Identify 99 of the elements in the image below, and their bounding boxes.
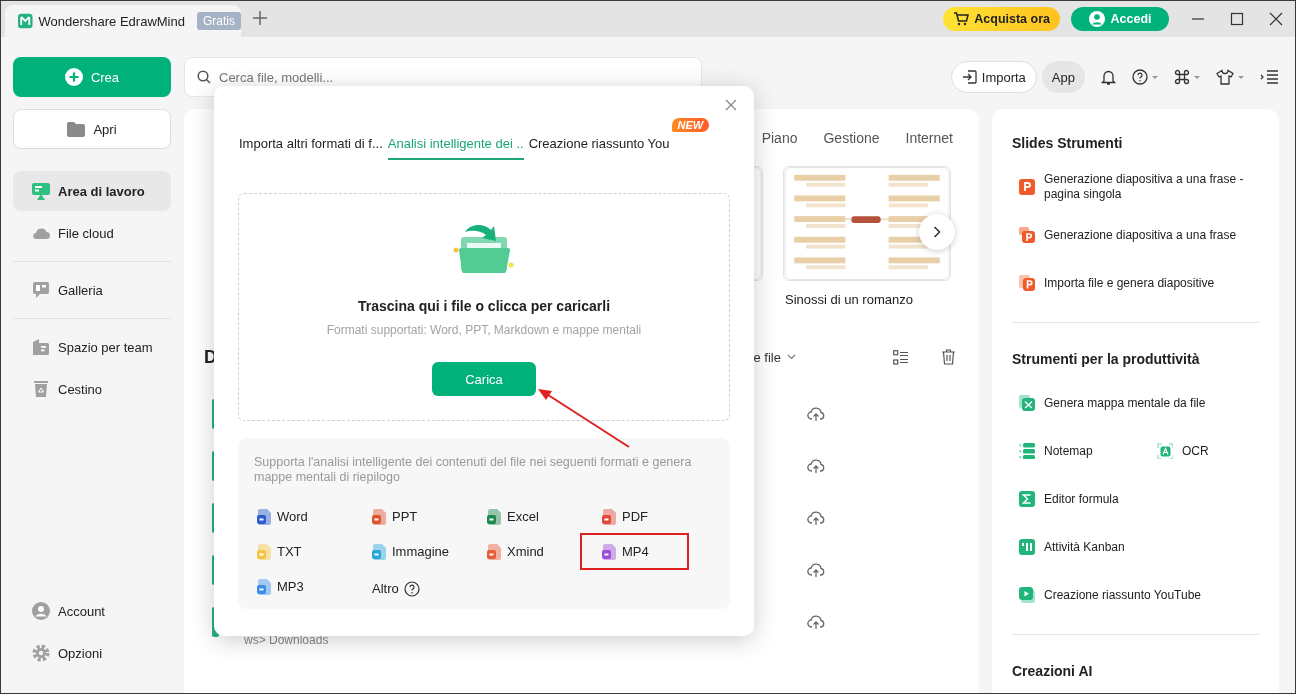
file-icon: [487, 508, 501, 525]
tool-item[interactable]: Attività Kanban: [1012, 539, 1259, 555]
template-title: Sinossi di un romanzo: [784, 292, 914, 307]
chevron-right-icon: [933, 226, 941, 238]
slides-icon: [1019, 275, 1035, 291]
format-option[interactable]: MP3: [235, 568, 344, 605]
app-tab[interactable]: Wondershare EdrawMind Gratis: [5, 5, 241, 37]
format-option[interactable]: TXT: [235, 533, 344, 570]
file-icon: [487, 543, 501, 560]
more-link[interactable]: Altro: [372, 581, 399, 596]
close-icon[interactable]: [1269, 12, 1283, 26]
nav-item[interactable]: Spazio per team: [13, 327, 171, 367]
file-icon: [257, 578, 271, 595]
kanban-icon: [1019, 539, 1035, 555]
app-button[interactable]: App: [1041, 61, 1085, 93]
bell-icon[interactable]: [1101, 69, 1116, 85]
drop-hint: Formati supportati: Word, PPT, Markdown e mappe mentali: [326, 323, 642, 337]
section-title: Strumenti per la produttività: [1012, 350, 1201, 369]
file-location: ws> Downloads: [244, 633, 330, 647]
maximize-icon[interactable]: [1230, 12, 1244, 26]
trash-icon: [32, 380, 50, 398]
nav-item[interactable]: Area di lavoro: [13, 171, 171, 211]
format-option[interactable]: MP4: [580, 533, 689, 570]
nav-item[interactable]: Cestino: [13, 369, 171, 409]
slides-icon: [1019, 227, 1035, 243]
format-option[interactable]: Xmind: [465, 533, 574, 570]
cloud-upload-icon[interactable]: [807, 510, 825, 526]
open-button[interactable]: Apri: [13, 109, 171, 149]
format-option[interactable]: Immagine: [350, 533, 459, 570]
file-icon: [602, 508, 616, 525]
sigma-icon: [1019, 491, 1035, 507]
format-option[interactable]: Excel: [465, 498, 574, 535]
folder-icon: [67, 121, 86, 137]
import-button[interactable]: Importa: [950, 61, 1037, 93]
nav-item[interactable]: Account: [13, 591, 171, 631]
plus-circle-icon: [64, 68, 83, 86]
tool-item[interactable]: Generazione diapositiva a una frase - pagina singola: [1012, 172, 1259, 202]
file-icon: [372, 508, 386, 525]
help-icon[interactable]: [403, 580, 420, 597]
shirt-icon[interactable]: [1216, 69, 1234, 85]
list-view-icon[interactable]: [893, 349, 908, 365]
help-icon[interactable]: [1132, 69, 1148, 85]
section-title: Slides Strumenti: [1012, 134, 1124, 153]
chevron-down-icon: [787, 354, 796, 360]
tool-item[interactable]: Notemap: [1012, 443, 1150, 459]
sort-label[interactable]: e file: [753, 349, 781, 365]
file-icon: [257, 543, 271, 560]
file-icon: [257, 508, 271, 525]
caret-icon[interactable]: [1194, 75, 1200, 79]
caret-icon[interactable]: [1238, 75, 1244, 79]
search-icon: [197, 70, 211, 84]
user-icon: [1088, 11, 1105, 27]
note-list-icon: [1019, 443, 1035, 459]
buy-button[interactable]: Acquista ora: [943, 7, 1060, 31]
nav-item[interactable]: File cloud: [13, 213, 171, 253]
tool-item[interactable]: Editor formula: [1012, 491, 1259, 507]
scan-icon: [1157, 443, 1173, 459]
nav-item[interactable]: Galleria: [13, 270, 171, 310]
plan-badge: Gratis: [197, 12, 241, 30]
cloud-upload-icon[interactable]: [807, 614, 825, 630]
outline-list-icon[interactable]: [1260, 69, 1278, 85]
file-icon: [602, 543, 616, 560]
format-option[interactable]: PPT: [350, 498, 459, 535]
slides-icon: [1019, 179, 1035, 195]
category-tab[interactable]: Internet: [905, 130, 953, 152]
new-badge: NEW: [671, 118, 710, 132]
tool-item[interactable]: Generazione diapositiva a una frase: [1012, 227, 1259, 243]
trash-icon[interactable]: [941, 349, 956, 365]
category-tab[interactable]: Piano: [761, 130, 798, 152]
format-option[interactable]: PDF: [580, 498, 689, 535]
tool-item[interactable]: Importa file e genera diapositive: [1012, 275, 1259, 291]
cloud-upload-icon[interactable]: [807, 458, 825, 474]
cloud-upload-icon[interactable]: [807, 406, 825, 422]
settings-icon: [32, 644, 50, 662]
format-option[interactable]: Word: [235, 498, 344, 535]
nav-item[interactable]: Opzioni: [13, 633, 171, 673]
file-icon: [372, 543, 386, 560]
drop-title: Trascina qui i file o clicca per caricarli: [357, 298, 611, 314]
plus-icon[interactable]: [253, 11, 267, 25]
section-title: Creazioni AI: [1012, 662, 1094, 681]
formats-note: Supporta l'analisi intelligente dei contenuti del file nei seguenti formati e genera mappe mentali di riepilogo: [254, 455, 693, 485]
tool-item[interactable]: Creazione riassunto YouTube: [1012, 587, 1259, 603]
workspace-icon: [32, 182, 50, 200]
category-tab[interactable]: Gestione: [823, 130, 880, 152]
cloud-upload-icon[interactable]: [807, 562, 825, 578]
play-icon: [1019, 587, 1035, 603]
tool-item[interactable]: Genera mappa mentale da file: [1012, 395, 1259, 411]
cart-icon: [953, 12, 970, 26]
tool-item[interactable]: OCR: [1150, 443, 1209, 459]
caret-icon[interactable]: [1152, 75, 1158, 79]
import-icon: [961, 69, 978, 85]
account-icon: [32, 602, 50, 620]
logo-icon: [18, 12, 33, 30]
dialog-tab[interactable]: Importa altri formati di f...: [239, 135, 383, 160]
document-icon: [32, 338, 50, 356]
speech-bubble-icon: [32, 281, 50, 299]
command-icon[interactable]: [1174, 69, 1190, 85]
app-title: Wondershare EdrawMind: [38, 13, 185, 29]
drop-zone[interactable]: Trascina qui i file o clicca per caricarli Formati supportati: Word, PPT, Markdown e mappe mentali Carica: [238, 193, 730, 421]
